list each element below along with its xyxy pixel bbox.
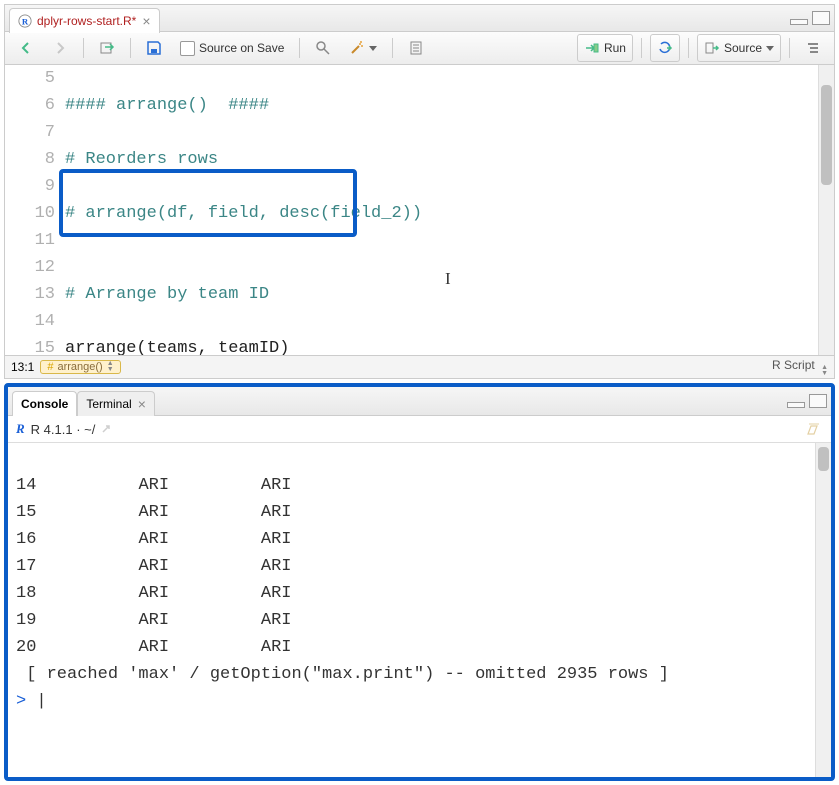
section-label: arrange(): [57, 361, 102, 373]
source-label: Source: [724, 41, 762, 55]
back-button[interactable]: [11, 34, 41, 62]
console-tab-label: Console: [21, 397, 68, 411]
line-gutter: 5 6 7 8 9 10 11 12 13 14 15: [5, 65, 65, 355]
code-line: # Arrange by team ID: [65, 281, 818, 308]
outline-button[interactable]: [798, 34, 828, 62]
line-number: 14: [5, 308, 55, 335]
code-area[interactable]: #### arrange() #### # Reorders rows # ar…: [65, 65, 818, 355]
code-line: #### arrange() ####: [65, 92, 818, 119]
line-number: 15: [5, 335, 55, 355]
cursor-position: 13:1: [11, 360, 34, 374]
source-tab[interactable]: R dplyr-rows-start.R* ×: [9, 8, 160, 33]
terminal-tab[interactable]: Terminal ×: [77, 391, 155, 416]
source-statusbar: 13:1 # arrange() ▲▼ R Script ▲▼: [5, 355, 834, 378]
console-info-bar: R R 4.1.1 · ~/: [8, 416, 831, 443]
editor-body: 5 6 7 8 9 10 11 12 13 14 15 #### arrange…: [5, 65, 834, 355]
console-output[interactable]: 14 ARI ARI 15 ARI ARI 16 ARI ARI 17 ARI …: [8, 443, 831, 777]
console-overflow-message: [ reached 'max' / getOption("max.print")…: [16, 665, 669, 684]
text-cursor-icon: I: [445, 265, 451, 292]
line-number: 6: [5, 92, 55, 119]
editor-scrollbar[interactable]: [818, 65, 834, 355]
section-navigator[interactable]: # arrange() ▲▼: [40, 360, 120, 374]
source-tab-bar: R dplyr-rows-start.R* ×: [5, 5, 834, 32]
console-cursor: |: [36, 692, 46, 711]
source-on-save-toggle[interactable]: Source on Save: [173, 34, 291, 62]
source-on-save-label: Source on Save: [199, 41, 284, 55]
line-number: 7: [5, 119, 55, 146]
run-label: Run: [604, 41, 626, 55]
line-number: 10: [5, 200, 55, 227]
close-icon[interactable]: ×: [138, 397, 146, 411]
line-number: 8: [5, 146, 55, 173]
save-button[interactable]: [139, 34, 169, 62]
clear-console-icon[interactable]: [805, 420, 823, 438]
r-version-label: R 4.1.1 · ~/: [31, 422, 96, 437]
line-number: 11: [5, 227, 55, 254]
close-icon[interactable]: ×: [142, 14, 150, 28]
console-row: 14 ARI ARI: [16, 476, 291, 495]
forward-button[interactable]: [45, 34, 75, 62]
popup-icon[interactable]: [101, 422, 115, 436]
code-line: # arrange(df, field, desc(field_2)): [65, 200, 818, 227]
pane-window-controls: [787, 394, 827, 408]
rerun-button[interactable]: [650, 34, 680, 62]
console-scrollbar[interactable]: [815, 443, 831, 777]
scrollbar-thumb[interactable]: [818, 447, 829, 471]
console-prompt: >: [16, 692, 26, 711]
line-number: 12: [5, 254, 55, 281]
r-file-icon: R: [18, 14, 32, 28]
maximize-pane-button[interactable]: [809, 394, 827, 408]
language-selector[interactable]: R Script ▲▼: [772, 358, 828, 377]
console-row: 15 ARI ARI: [16, 503, 291, 522]
source-button[interactable]: Source: [697, 34, 781, 62]
line-number: 9: [5, 173, 55, 200]
compile-report-button[interactable]: [401, 34, 431, 62]
terminal-tab-label: Terminal: [86, 397, 131, 411]
run-button[interactable]: Run: [577, 34, 633, 62]
console-pane: Console Terminal × R R 4.1.1 · ~/ 14 ARI…: [4, 383, 835, 781]
minimize-pane-button[interactable]: [787, 402, 805, 408]
language-label: R Script: [772, 358, 815, 372]
source-tab-label: dplyr-rows-start.R*: [37, 14, 136, 28]
code-line: arrange(teams, teamID): [65, 335, 818, 355]
console-row: 18 ARI ARI: [16, 584, 291, 603]
line-number: 5: [5, 65, 55, 92]
pane-window-controls: [790, 11, 830, 25]
checkbox-icon: [180, 41, 195, 56]
console-row: 19 ARI ARI: [16, 611, 291, 630]
svg-text:R: R: [22, 16, 29, 26]
console-tab-bar: Console Terminal ×: [8, 387, 831, 416]
console-tab[interactable]: Console: [12, 391, 77, 416]
find-button[interactable]: [308, 34, 338, 62]
minimize-pane-button[interactable]: [790, 19, 808, 25]
r-logo-icon: R: [16, 421, 25, 437]
console-row: 17 ARI ARI: [16, 557, 291, 576]
console-row: 16 ARI ARI: [16, 530, 291, 549]
line-number: 13: [5, 281, 55, 308]
code-tools-button[interactable]: [342, 34, 384, 62]
code-line: # Reorders rows: [65, 146, 818, 173]
source-pane: R dplyr-rows-start.R* × Source on Save R…: [4, 4, 835, 379]
maximize-pane-button[interactable]: [812, 11, 830, 25]
show-in-new-window-button[interactable]: [92, 34, 122, 62]
source-toolbar: Source on Save Run Source: [5, 32, 834, 65]
scrollbar-thumb[interactable]: [821, 85, 832, 185]
console-row: 20 ARI ARI: [16, 638, 291, 657]
